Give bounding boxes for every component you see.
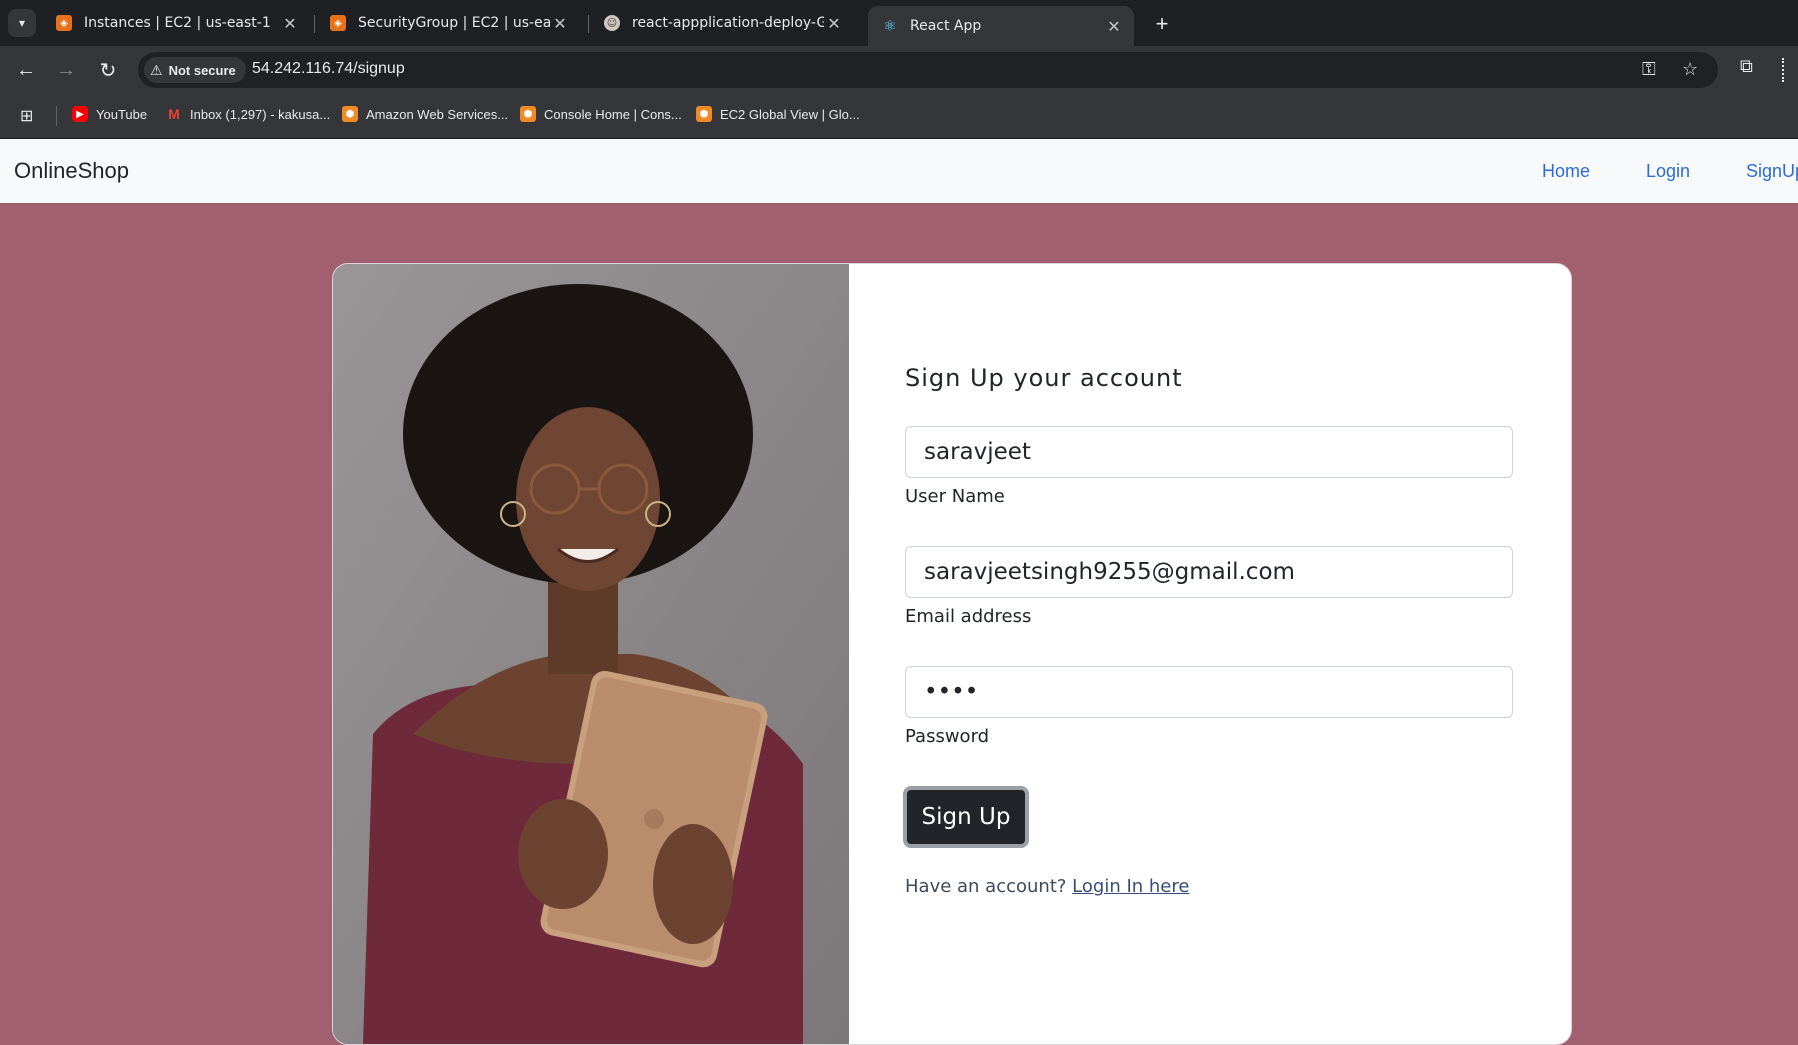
new-tab-icon[interactable]: +: [1148, 10, 1176, 38]
tab-title: React App: [910, 18, 982, 34]
brand-logo[interactable]: OnlineShop: [14, 158, 129, 184]
url-text[interactable]: 54.242.116.74/signup: [252, 60, 405, 78]
tab-divider: [314, 15, 315, 33]
bookmark-youtube[interactable]: ▶ YouTube: [72, 106, 147, 122]
woman-with-tablet-image: [333, 264, 849, 1044]
login-link[interactable]: Login In here: [1072, 876, 1189, 897]
reload-icon[interactable]: ↻: [94, 56, 122, 84]
aws-cube-icon: ⬢: [696, 106, 712, 122]
key-icon[interactable]: ⚿: [1642, 59, 1656, 80]
extensions-icon[interactable]: ⧉: [1740, 56, 1753, 77]
star-icon[interactable]: ☆: [1682, 59, 1698, 80]
aws-cube-icon: ⬢: [342, 106, 358, 122]
tab-title: Instances | EC2 | us-east-1: [84, 15, 271, 31]
close-icon[interactable]: ✕: [550, 14, 570, 33]
have-account-line: Have an account? Login In here: [905, 876, 1189, 897]
tab-jenkins[interactable]: ☺ react-appplication-deploy-Guvi [Je ✕: [590, 6, 854, 40]
signup-button[interactable]: Sign Up: [903, 786, 1029, 848]
jenkins-icon: ☺: [604, 15, 620, 31]
username-input[interactable]: saravjeet: [905, 426, 1513, 478]
bookmark-console-home[interactable]: ⬢ Console Home | Cons...: [520, 106, 682, 122]
apps-grid-icon[interactable]: ⊞: [20, 106, 33, 126]
tab-divider: [588, 15, 589, 33]
forward-arrow-icon[interactable]: →: [52, 56, 80, 84]
close-icon[interactable]: ✕: [1104, 17, 1124, 36]
tab-title: SecurityGroup | EC2 | us-east-1: [358, 15, 550, 31]
bookmark-label: YouTube: [96, 106, 148, 122]
tab-instances[interactable]: ◈ Instances | EC2 | us-east-1 ✕: [42, 6, 310, 40]
bookmark-label: EC2 Global View | Glo...: [720, 106, 860, 122]
address-bar[interactable]: ⚠ Not secure 54.242.116.74/signup ⚿ ☆: [138, 52, 1718, 88]
app-navbar: OnlineShop Home Login SignUp: [0, 139, 1798, 203]
tab-react-app[interactable]: ⚛ React App ✕: [868, 6, 1134, 46]
bookmark-gmail[interactable]: M Inbox (1,297) - kakusa...: [166, 106, 330, 122]
email-input[interactable]: saravjeetsingh9255@gmail.com: [905, 546, 1513, 598]
bookmark-ec2-global[interactable]: ⬢ EC2 Global View | Glo...: [696, 106, 860, 122]
browser-toolbar: ← → ↻ ⚠ Not secure 54.242.116.74/signup …: [0, 46, 1798, 94]
browser-tab-bar: ▾ ◈ Instances | EC2 | us-east-1 ✕ ◈ Secu…: [0, 0, 1798, 46]
tab-security-group[interactable]: ◈ SecurityGroup | EC2 | us-east-1 ✕: [316, 6, 580, 40]
menu-icon[interactable]: [1782, 58, 1787, 82]
security-label: Not secure: [168, 62, 236, 78]
nav-link-login[interactable]: Login: [1646, 161, 1690, 182]
nav-link-home[interactable]: Home: [1542, 161, 1590, 182]
bookmark-label: Console Home | Cons...: [544, 106, 682, 122]
tab-title: react-appplication-deploy-Guvi [Je: [632, 15, 824, 31]
nav-link-signup[interactable]: SignUp: [1746, 161, 1798, 182]
bookmark-label: Amazon Web Services...: [366, 106, 509, 122]
tab-search-icon[interactable]: ▾: [8, 9, 36, 37]
form-title: Sign Up your account: [905, 364, 1183, 392]
close-icon[interactable]: ✕: [824, 14, 844, 33]
aws-cube-icon: ⬢: [520, 106, 536, 122]
password-label: Password: [905, 726, 990, 747]
youtube-icon: ▶: [72, 106, 88, 122]
username-label: User Name: [905, 486, 1005, 507]
email-label: Email address: [905, 606, 1032, 627]
gmail-icon: M: [168, 106, 180, 122]
close-icon[interactable]: ✕: [280, 14, 300, 33]
aws-ec2-icon: ◈: [56, 15, 72, 31]
password-input[interactable]: ••••: [905, 666, 1513, 718]
bookmark-divider: [56, 106, 57, 126]
aws-ec2-icon: ◈: [330, 15, 346, 31]
bookmark-aws[interactable]: ⬢ Amazon Web Services...: [342, 106, 508, 122]
have-account-text: Have an account?: [905, 876, 1067, 897]
bookmark-label: Inbox (1,297) - kakusa...: [190, 106, 331, 122]
warning-icon: ⚠: [150, 61, 163, 78]
bookmarks-bar: ⊞ ▶ YouTube M Inbox (1,297) - kakusa... …: [0, 94, 1798, 139]
react-icon: ⚛: [883, 17, 897, 35]
security-chip[interactable]: ⚠ Not secure: [144, 57, 246, 83]
signup-card: Sign Up your account saravjeet User Name…: [332, 263, 1572, 1045]
back-arrow-icon[interactable]: ←: [12, 56, 40, 84]
